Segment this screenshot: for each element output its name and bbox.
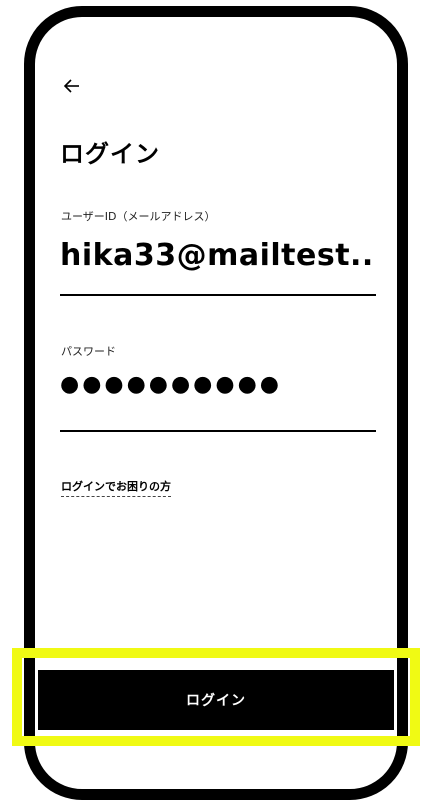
arrow-left-icon[interactable] xyxy=(62,76,82,96)
page-title: ログイン xyxy=(60,140,160,168)
login-button[interactable]: ログイン xyxy=(38,670,394,730)
login-help-link[interactable]: ログインでお困りの方 xyxy=(61,478,171,497)
password-label: パスワード xyxy=(61,345,116,358)
userid-field[interactable]: hika33@mailtest... xyxy=(60,238,376,273)
userid-label: ユーザーID（メールアドレス） xyxy=(61,210,216,223)
userid-underline xyxy=(60,294,376,296)
password-underline xyxy=(60,430,376,432)
password-field[interactable]: ●●●●●●●●●● xyxy=(60,372,376,397)
